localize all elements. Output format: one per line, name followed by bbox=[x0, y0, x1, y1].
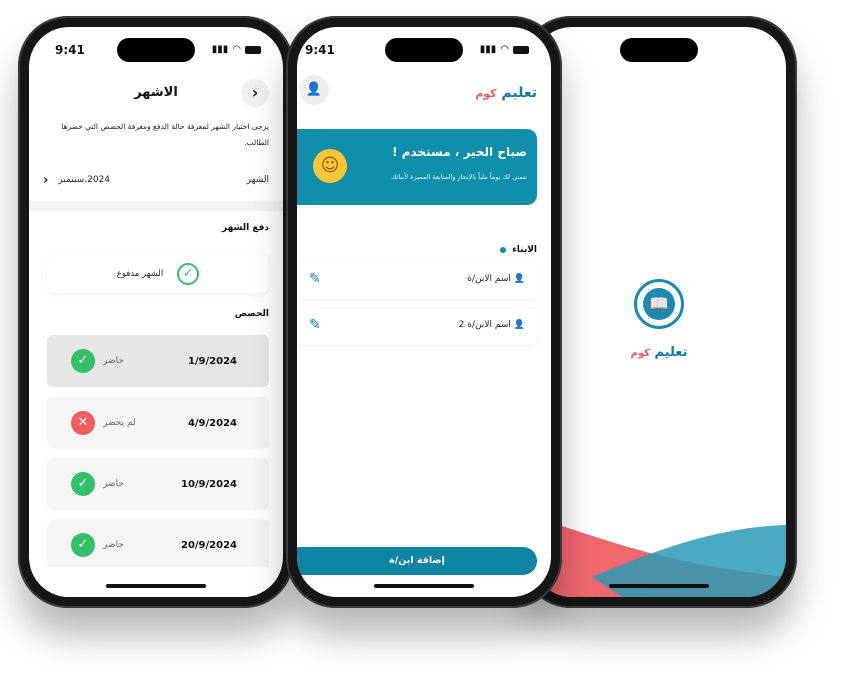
profile-button[interactable]: 👤 bbox=[299, 75, 329, 105]
home-indicator bbox=[374, 584, 474, 588]
payment-section-title: دفع الشهر bbox=[222, 223, 269, 233]
open-book-icon: 📖 bbox=[643, 288, 675, 320]
edit-pencil-icon[interactable]: ✎ bbox=[309, 271, 321, 287]
smile-emoji-icon: ☺ bbox=[313, 149, 347, 183]
kid-name-text: اسم الابن/ة 2 bbox=[458, 320, 511, 330]
payment-status-text: الشهر مدفوع bbox=[116, 269, 164, 279]
dynamic-island bbox=[117, 38, 195, 62]
brand-sub: كوم bbox=[630, 348, 650, 359]
lesson-row[interactable]: ✓ حاضر 10/9/2024 bbox=[47, 458, 269, 510]
lesson-date: 10/9/2024 bbox=[180, 478, 237, 490]
lesson-row[interactable]: ✓ حاضر 20/9/2024 bbox=[47, 519, 269, 571]
lesson-row[interactable]: ✓ حاضر 1/9/2024 bbox=[47, 335, 269, 387]
month-label: الشهر bbox=[246, 175, 269, 185]
user-icon: 👤 bbox=[305, 82, 323, 97]
check-circle-icon: ✓ bbox=[177, 263, 200, 285]
phone-month-screen: 9:41 ▮▮▮ ◠ الاشهر › يرجى اختيار الشهر لم… bbox=[18, 16, 294, 608]
battery-icon bbox=[513, 45, 529, 54]
close-circle-icon: ✕ bbox=[71, 411, 95, 435]
kids-section-title: الابناء bbox=[500, 245, 537, 255]
month-description: يرجى اختيار الشهر لمعرفة حالة الدفع ومعر… bbox=[61, 122, 269, 147]
wifi-icon: ◠ bbox=[232, 44, 241, 55]
payment-status-card: الشهر مدفوع ✓ bbox=[47, 255, 269, 293]
section-divider bbox=[29, 201, 283, 211]
brand-main: تعليم bbox=[654, 345, 688, 360]
lesson-date: 20/9/2024 bbox=[180, 539, 237, 551]
lessons-section-title: الحصص bbox=[234, 309, 269, 319]
chevron-left-icon: ‹ bbox=[43, 172, 49, 188]
phone-splash-screen: 📖 تعليم كوم bbox=[521, 16, 797, 608]
brand-sub: كوم bbox=[475, 87, 497, 100]
kid-card[interactable]: 👤 اسم الابن/ة 2 ✎ bbox=[297, 309, 537, 345]
kid-name-text: اسم الابن/ة bbox=[467, 274, 511, 284]
chevron-right-icon: › bbox=[251, 83, 259, 102]
bullet-dot-icon bbox=[500, 247, 507, 253]
kid-name: 👤 اسم الابن/ة 2 bbox=[459, 320, 525, 330]
dynamic-island bbox=[385, 38, 463, 62]
signal-icon: ▮▮▮ bbox=[211, 44, 229, 55]
status-time: 9:41 bbox=[305, 43, 335, 57]
splash-screen: 📖 تعليم كوم bbox=[532, 27, 786, 597]
app-brand: تعليم كوم bbox=[532, 345, 786, 360]
status-icons: ▮▮▮ ◠ bbox=[480, 44, 529, 55]
home-indicator bbox=[609, 584, 709, 588]
app-brand: تعليم كوم bbox=[475, 85, 537, 101]
welcome-banner: صباح الخير ، مستخدم ! نتمنى لك يوماً ملي… bbox=[297, 129, 537, 205]
user-icon: 👤 bbox=[513, 274, 525, 284]
signal-icon: ▮▮▮ bbox=[479, 44, 497, 55]
lesson-status: حاضر bbox=[103, 356, 124, 366]
phone-home-screen: 9:41 ▮▮▮ ◠ 👤 تعليم كوم صباح الخير ، مستخ… bbox=[286, 16, 562, 608]
month-header: الاشهر › bbox=[29, 75, 283, 115]
dynamic-island bbox=[620, 38, 698, 62]
lesson-date: 4/9/2024 bbox=[187, 417, 237, 429]
check-circle-icon: ✓ bbox=[71, 472, 95, 496]
wifi-icon: ◠ bbox=[500, 44, 509, 55]
check-circle-icon: ✓ bbox=[71, 533, 95, 557]
month-selector[interactable]: الشهر 2024،سبتمبر ‹ bbox=[43, 169, 269, 191]
lesson-status: حاضر bbox=[103, 540, 124, 550]
home-indicator bbox=[106, 584, 206, 588]
lesson-status: حاضر bbox=[103, 479, 124, 489]
kid-name: 👤 اسم الابن/ة bbox=[467, 274, 525, 284]
month-screen: 9:41 ▮▮▮ ◠ الاشهر › يرجى اختيار الشهر لم… bbox=[29, 27, 283, 597]
status-time: 9:41 bbox=[55, 43, 85, 57]
brand-main: تعليم bbox=[501, 85, 537, 101]
kids-title-text: الابناء bbox=[512, 245, 537, 255]
welcome-subtitle: نتمنى لك يوماً ملياً بالإنجاز والمتابعة … bbox=[391, 173, 527, 181]
edit-pencil-icon[interactable]: ✎ bbox=[309, 317, 321, 333]
battery-icon bbox=[245, 45, 261, 54]
user-icon: 👤 bbox=[513, 320, 525, 330]
bottom-fade bbox=[29, 567, 283, 597]
add-child-button[interactable]: إضافة ابن/ة bbox=[297, 547, 537, 575]
home-screen: 9:41 ▮▮▮ ◠ 👤 تعليم كوم صباح الخير ، مستخ… bbox=[297, 27, 551, 597]
status-icons: ▮▮▮ ◠ bbox=[212, 44, 261, 55]
back-button[interactable]: › bbox=[241, 79, 269, 107]
lesson-status: لم يحضر bbox=[103, 418, 136, 428]
month-value: 2024،سبتمبر bbox=[58, 175, 111, 185]
lesson-row[interactable]: ✕ لم يحضر 4/9/2024 bbox=[47, 397, 269, 449]
welcome-title: صباح الخير ، مستخدم ! bbox=[392, 145, 527, 159]
app-logo: 📖 bbox=[634, 279, 684, 329]
lesson-date: 1/9/2024 bbox=[187, 355, 237, 367]
kid-card[interactable]: 👤 اسم الابن/ة ✎ bbox=[297, 263, 537, 299]
check-circle-icon: ✓ bbox=[71, 349, 95, 373]
